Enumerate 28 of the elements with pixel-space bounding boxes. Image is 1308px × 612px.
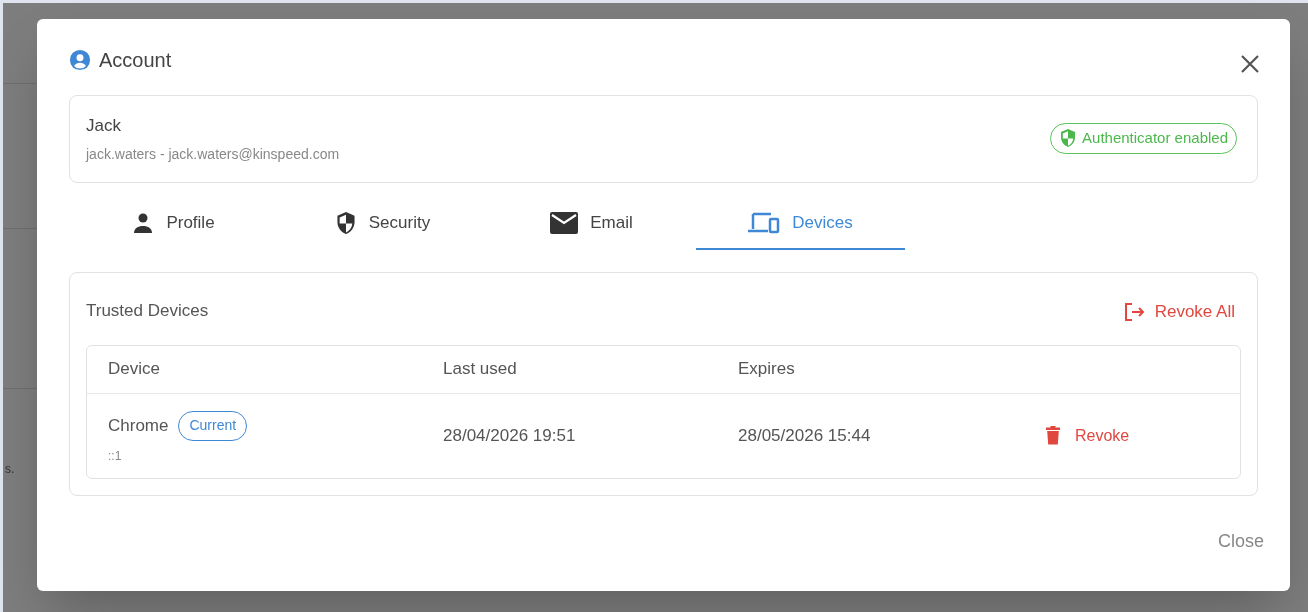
column-header: Device [108, 359, 160, 379]
revoke-all-button[interactable]: Revoke All [1122, 299, 1235, 325]
tab[interactable]: Email [487, 197, 696, 250]
trash-icon [1045, 426, 1061, 445]
device-name: Chrome [108, 414, 169, 437]
tab[interactable]: Devices [696, 197, 905, 250]
user-details: jack.waters - jack.waters@kinspeed.com [86, 145, 340, 165]
tab[interactable]: Security [278, 197, 487, 250]
column-header: Last used [443, 359, 517, 379]
shield-icon [1059, 128, 1078, 148]
mail-icon [550, 211, 579, 234]
table-cell: 28/05/2026 15:44 [738, 425, 871, 445]
tab[interactable]: Profile [69, 197, 278, 250]
user-name: Jack [86, 114, 122, 137]
column-header: Expires [738, 359, 795, 379]
background-text: s. [5, 461, 15, 478]
table-cell: 28/04/2026 19:51 [443, 425, 576, 445]
account-icon [69, 49, 91, 71]
device-address: ::1 [108, 447, 123, 465]
revoke-button[interactable]: Revoke [1045, 423, 1130, 448]
section-title: Trusted Devices [86, 300, 209, 322]
shield-icon [334, 209, 357, 236]
dialog-title: Account [99, 48, 172, 73]
close-icon[interactable] [1240, 54, 1260, 74]
devices-icon [748, 211, 781, 234]
close-button[interactable]: Close [1217, 528, 1264, 555]
logout-icon [1122, 301, 1145, 322]
person-icon [132, 211, 155, 234]
